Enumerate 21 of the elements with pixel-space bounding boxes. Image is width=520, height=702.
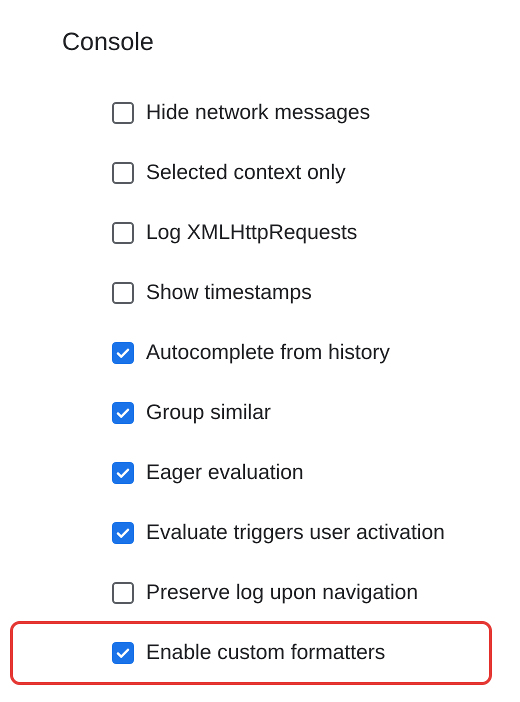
checkbox[interactable]	[112, 402, 134, 424]
option-label: Hide network messages	[146, 100, 370, 126]
checkbox[interactable]	[112, 162, 134, 184]
option-label: Enable custom formatters	[146, 640, 386, 666]
checkbox[interactable]	[112, 642, 134, 664]
option-label: Preserve log upon navigation	[146, 580, 418, 606]
option-label: Eager evaluation	[146, 460, 304, 486]
section-title: Console	[62, 27, 155, 58]
option-label: Evaluate triggers user activation	[146, 520, 445, 546]
option-label: Log XMLHttpRequests	[146, 220, 358, 246]
checkbox[interactable]	[112, 282, 134, 304]
option-label: Show timestamps	[146, 280, 312, 306]
option-label: Group similar	[146, 400, 271, 426]
checkbox[interactable]	[112, 102, 134, 124]
checkbox[interactable]	[112, 342, 134, 364]
checkbox[interactable]	[112, 582, 134, 604]
option-label: Autocomplete from history	[146, 340, 390, 366]
checkbox[interactable]	[112, 462, 134, 484]
checkbox[interactable]	[112, 522, 134, 544]
checkbox[interactable]	[112, 222, 134, 244]
option-label: Selected context only	[146, 160, 346, 186]
